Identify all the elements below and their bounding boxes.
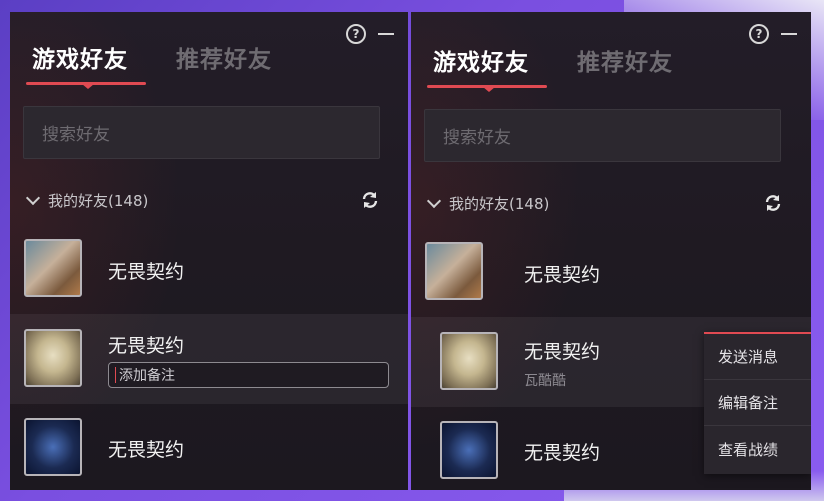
friend-group-header[interactable]: 我的好友(148): [24, 188, 380, 212]
group-label: 我的好友(148): [449, 194, 550, 213]
refresh-icon[interactable]: [360, 190, 380, 210]
minimize-icon[interactable]: [378, 33, 394, 35]
tab-recommended-friends[interactable]: 推荐好友: [176, 40, 272, 74]
friends-panel-right: ? 游戏好友 推荐好友 搜索好友 我的好友(148) 无畏契约 无畏契约 瓦酷酷…: [411, 12, 811, 490]
friend-name: 无畏契约: [108, 439, 185, 461]
text-caret: [115, 367, 116, 383]
avatar: [24, 329, 82, 387]
search-input[interactable]: 搜索好友: [23, 106, 380, 159]
search-input[interactable]: 搜索好友: [424, 109, 781, 162]
menu-item-send-message[interactable]: 发送消息: [704, 334, 811, 380]
friends-panel-left: ? 游戏好友 推荐好友 搜索好友 我的好友(148) 无畏契约 无畏契约 添加备…: [10, 12, 408, 490]
help-icon[interactable]: ?: [749, 24, 769, 44]
avatar: [24, 418, 82, 476]
group-label: 我的好友(148): [48, 191, 149, 210]
avatar: [440, 421, 498, 479]
friend-name: 无畏契约: [108, 261, 185, 283]
remark-placeholder: 添加备注: [119, 368, 175, 384]
minimize-icon[interactable]: [781, 33, 797, 35]
friend-name: 无畏契约: [524, 341, 601, 363]
remark-input[interactable]: 添加备注: [108, 362, 389, 388]
active-tab-indicator: [26, 82, 146, 89]
friend-group-header[interactable]: 我的好友(148): [425, 191, 783, 215]
tab-recommended-friends[interactable]: 推荐好友: [577, 43, 673, 77]
avatar: [24, 239, 82, 297]
avatar: [425, 242, 483, 300]
friend-name: 无畏契约: [524, 264, 601, 286]
list-item[interactable]: 无畏契约 添加备注: [10, 314, 408, 404]
active-tab-indicator: [427, 85, 547, 92]
menu-item-view-stats[interactable]: 查看战绩: [704, 426, 811, 472]
list-item[interactable]: 无畏契约: [10, 404, 408, 490]
friend-name: 无畏契约: [108, 335, 185, 357]
tab-game-friends[interactable]: 游戏好友: [433, 43, 529, 77]
list-item[interactable]: 无畏契约: [411, 227, 811, 317]
chevron-down-icon: [426, 193, 442, 209]
refresh-icon[interactable]: [763, 193, 783, 213]
friend-remark: 瓦酷酷: [524, 373, 566, 389]
friend-name: 无畏契约: [524, 442, 601, 464]
list-item[interactable]: 无畏契约: [10, 224, 408, 314]
avatar: [440, 332, 498, 390]
help-icon[interactable]: ?: [346, 24, 366, 44]
menu-item-edit-remark[interactable]: 编辑备注: [704, 380, 811, 426]
context-menu: 发送消息 编辑备注 查看战绩: [704, 332, 811, 474]
tab-game-friends[interactable]: 游戏好友: [32, 40, 128, 74]
chevron-down-icon: [25, 190, 41, 206]
